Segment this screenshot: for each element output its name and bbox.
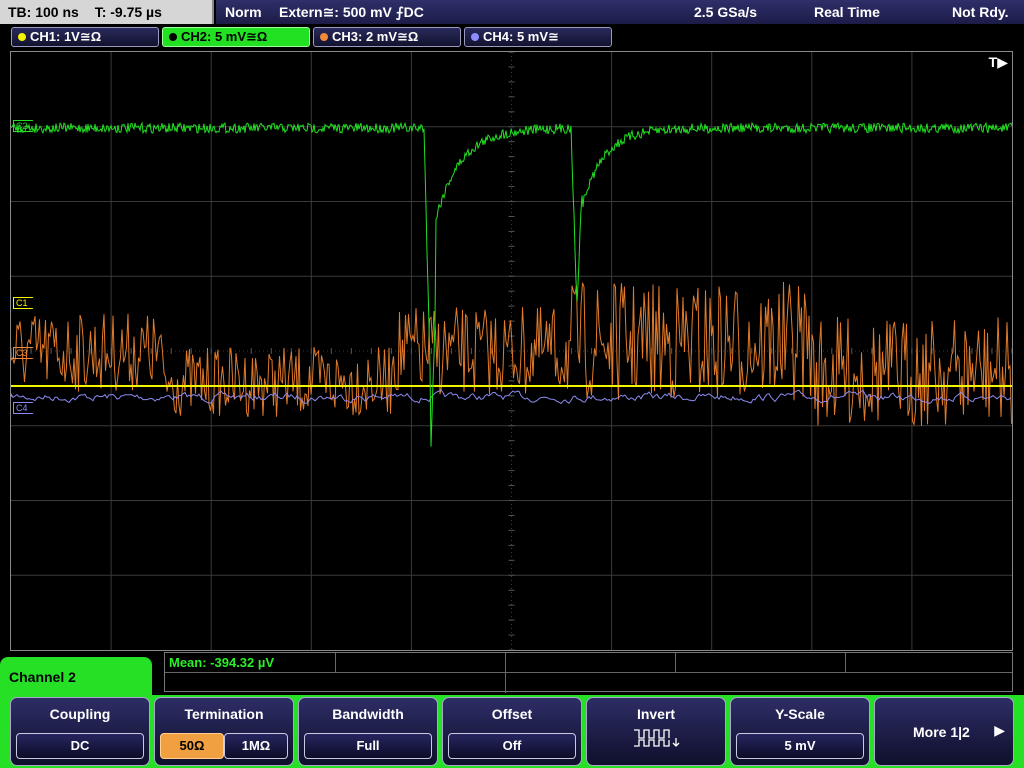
measurement-cell-divider: [505, 653, 506, 693]
coupling-label: Coupling: [49, 706, 111, 722]
acquisition-mode: Real Time: [814, 4, 880, 20]
measurement-cell-divider: [335, 653, 336, 672]
tab-channel-2[interactable]: CH2: 5 mV≅Ω: [162, 27, 310, 47]
trigger-time-value: T: -9.75 µs: [94, 4, 162, 20]
termination-1m-ohm-option[interactable]: 1MΩ: [224, 733, 288, 759]
measurement-cell-divider: [675, 653, 676, 672]
tab-channel-2-label: CH2: 5 mV≅Ω: [181, 29, 268, 44]
termination-50-ohm-option[interactable]: 50Ω: [160, 733, 224, 759]
tab-channel-3-label: CH3: 2 mV≅Ω: [332, 29, 419, 44]
acquisition-status: Not Rdy.: [952, 4, 1009, 20]
termination-label: Termination: [184, 706, 264, 722]
offset-value[interactable]: Off: [448, 733, 576, 759]
more-label: More 1|2: [913, 724, 970, 740]
channel-2-dot-icon: [169, 33, 177, 41]
status-bar: TB: 100 ns T: -9.75 µs Norm Extern≅: 500…: [0, 0, 1024, 24]
y-scale-value[interactable]: 5 mV: [736, 733, 864, 759]
tab-channel-4-label: CH4: 5 mV≅: [483, 29, 559, 44]
channel-4-dot-icon: [471, 33, 479, 41]
trigger-position-flag[interactable]: T▶: [989, 54, 1008, 71]
trigger-status-strip: Norm Extern≅: 500 mV ⨍DC 2.5 GSa/s Real …: [216, 0, 1024, 24]
termination-softkey[interactable]: Termination 50Ω 1MΩ: [154, 697, 294, 766]
channel-1-dot-icon: [18, 33, 26, 41]
trigger-source[interactable]: Extern≅: 500 mV ⨍DC: [279, 0, 424, 24]
measurement-row-divider: [165, 672, 1012, 673]
invert-waveform-icon: [634, 729, 680, 747]
tab-channel-4[interactable]: CH4: 5 mV≅: [464, 27, 612, 47]
bandwidth-value[interactable]: Full: [304, 733, 432, 759]
timebase-box[interactable]: TB: 100 ns T: -9.75 µs: [0, 0, 214, 24]
sample-rate: 2.5 GSa/s: [694, 4, 758, 20]
trigger-mode[interactable]: Norm: [225, 0, 262, 24]
channel-3-dot-icon: [320, 33, 328, 41]
y-scale-softkey[interactable]: Y-Scale 5 mV: [730, 697, 870, 766]
timebase-value: TB: 100 ns: [8, 4, 79, 20]
invert-softkey[interactable]: Invert: [586, 697, 726, 766]
measurement-panel: Mean: -394.32 µV: [164, 652, 1013, 693]
tab-channel-1-label: CH1: 1V≅Ω: [30, 29, 102, 44]
bandwidth-label: Bandwidth: [332, 706, 404, 722]
measurement-cell-divider: [845, 653, 846, 672]
bandwidth-softkey[interactable]: Bandwidth Full: [298, 697, 438, 766]
next-page-arrow-icon: ▶: [994, 722, 1005, 738]
coupling-value[interactable]: DC: [16, 733, 144, 759]
channel-tabs: CH1: 1V≅Ω CH2: 5 mV≅Ω CH3: 2 mV≅Ω CH4: 5…: [0, 26, 1024, 48]
offset-label: Offset: [491, 706, 533, 722]
graticule: [11, 52, 1012, 650]
more-softkey[interactable]: More 1|2 ▶: [874, 697, 1014, 766]
mean-measurement[interactable]: Mean: -394.32 µV: [169, 655, 274, 670]
tab-channel-1[interactable]: CH1: 1V≅Ω: [11, 27, 159, 47]
coupling-softkey[interactable]: Coupling DC: [10, 697, 150, 766]
y-scale-label: Y-Scale: [775, 706, 825, 722]
tab-channel-3[interactable]: CH3: 2 mV≅Ω: [313, 27, 461, 47]
waveform-canvas: [11, 52, 1012, 650]
invert-label: Invert: [636, 706, 676, 722]
waveform-display[interactable]: T▶ C2 C1 C3 C4: [10, 51, 1013, 651]
offset-softkey[interactable]: Offset Off: [442, 697, 582, 766]
